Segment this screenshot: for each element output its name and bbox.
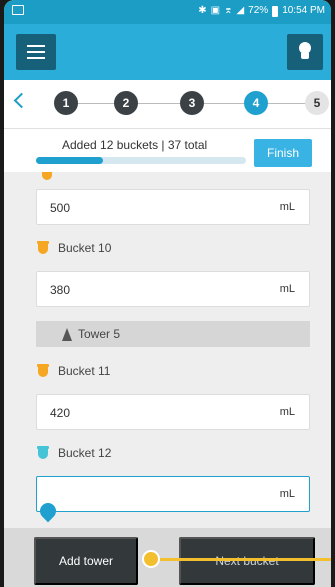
bucket-form: 500 mL Bucket 10 380 mL Tower 5 Bucket 1…: [4, 172, 331, 528]
unit-label: mL: [279, 201, 295, 213]
bucket-label-10: Bucket 10: [37, 241, 112, 255]
progress-bar-fill: [36, 157, 104, 164]
bucket-icon: [37, 446, 49, 459]
bucket-name: Bucket 11: [58, 364, 111, 378]
bucket-label-11: Bucket 11: [37, 364, 111, 378]
tap-indicator-line: [150, 558, 331, 561]
bucket-icon: [37, 241, 49, 254]
next-bucket-button[interactable]: Next bucket: [179, 537, 315, 585]
progress-bar: [36, 157, 246, 164]
step-2[interactable]: 2: [114, 91, 138, 115]
tower-icon: [62, 327, 72, 341]
bucket-label-12: Bucket 12: [37, 446, 112, 460]
battery-percent: 72%: [248, 5, 269, 16]
status-bar: ✱ ▣ ⌆ ◢ 72% 10:54 PM: [4, 0, 331, 24]
signal-icon: ◢: [236, 5, 245, 16]
unit-label: mL: [279, 488, 295, 500]
volume-value: 500: [50, 201, 71, 215]
tower-header: Tower 5: [36, 321, 310, 347]
wifi-icon: ⌆: [224, 5, 233, 16]
bluetooth-icon: ✱: [198, 5, 207, 16]
status-icons: ✱ ▣ ⌆ ◢ 72% 10:54 PM: [198, 5, 325, 17]
chevron-left-icon[interactable]: [13, 92, 30, 109]
volume-value: 380: [50, 283, 71, 297]
volume-field-bucket-12[interactable]: mL: [36, 476, 310, 512]
bucket-icon: [37, 364, 49, 377]
volume-value: 420: [50, 406, 71, 420]
bucket-icon: [42, 172, 52, 180]
volume-field-bucket-10[interactable]: 380 mL: [36, 271, 310, 307]
unit-label: mL: [279, 283, 295, 295]
battery-icon: [272, 5, 279, 17]
bucket-name: Bucket 12: [58, 446, 112, 460]
step-indicator: 1 2 3 4 5: [4, 80, 331, 128]
add-tower-button[interactable]: Add tower: [34, 537, 138, 585]
progress-section: Added 12 buckets | 37 total Finish: [4, 128, 331, 172]
bucket-name: Bucket 10: [58, 241, 112, 255]
finish-button[interactable]: Finish: [254, 139, 312, 167]
app-bar: [4, 24, 331, 80]
step-5[interactable]: 5: [305, 91, 329, 115]
progress-text: Added 12 buckets | 37 total: [62, 138, 208, 152]
tap-indicator-dot: [142, 550, 160, 568]
hamburger-menu-icon[interactable]: [16, 34, 56, 70]
step-3[interactable]: 3: [180, 91, 204, 115]
tower-name: Tower 5: [78, 327, 121, 341]
clock: 10:54 PM: [282, 5, 325, 16]
lightbulb-icon[interactable]: [287, 34, 323, 70]
step-1[interactable]: 1: [54, 91, 78, 115]
vibrate-icon: ▣: [210, 5, 221, 16]
phone-screen: ✱ ▣ ⌆ ◢ 72% 10:54 PM 1 2 3 4 5 Added 12 …: [4, 0, 331, 587]
volume-field-bucket-9[interactable]: 500 mL: [36, 189, 310, 225]
step-4[interactable]: 4: [244, 91, 268, 115]
unit-label: mL: [279, 406, 295, 418]
volume-field-bucket-11[interactable]: 420 mL: [36, 394, 310, 430]
screen-icon: [12, 5, 24, 15]
